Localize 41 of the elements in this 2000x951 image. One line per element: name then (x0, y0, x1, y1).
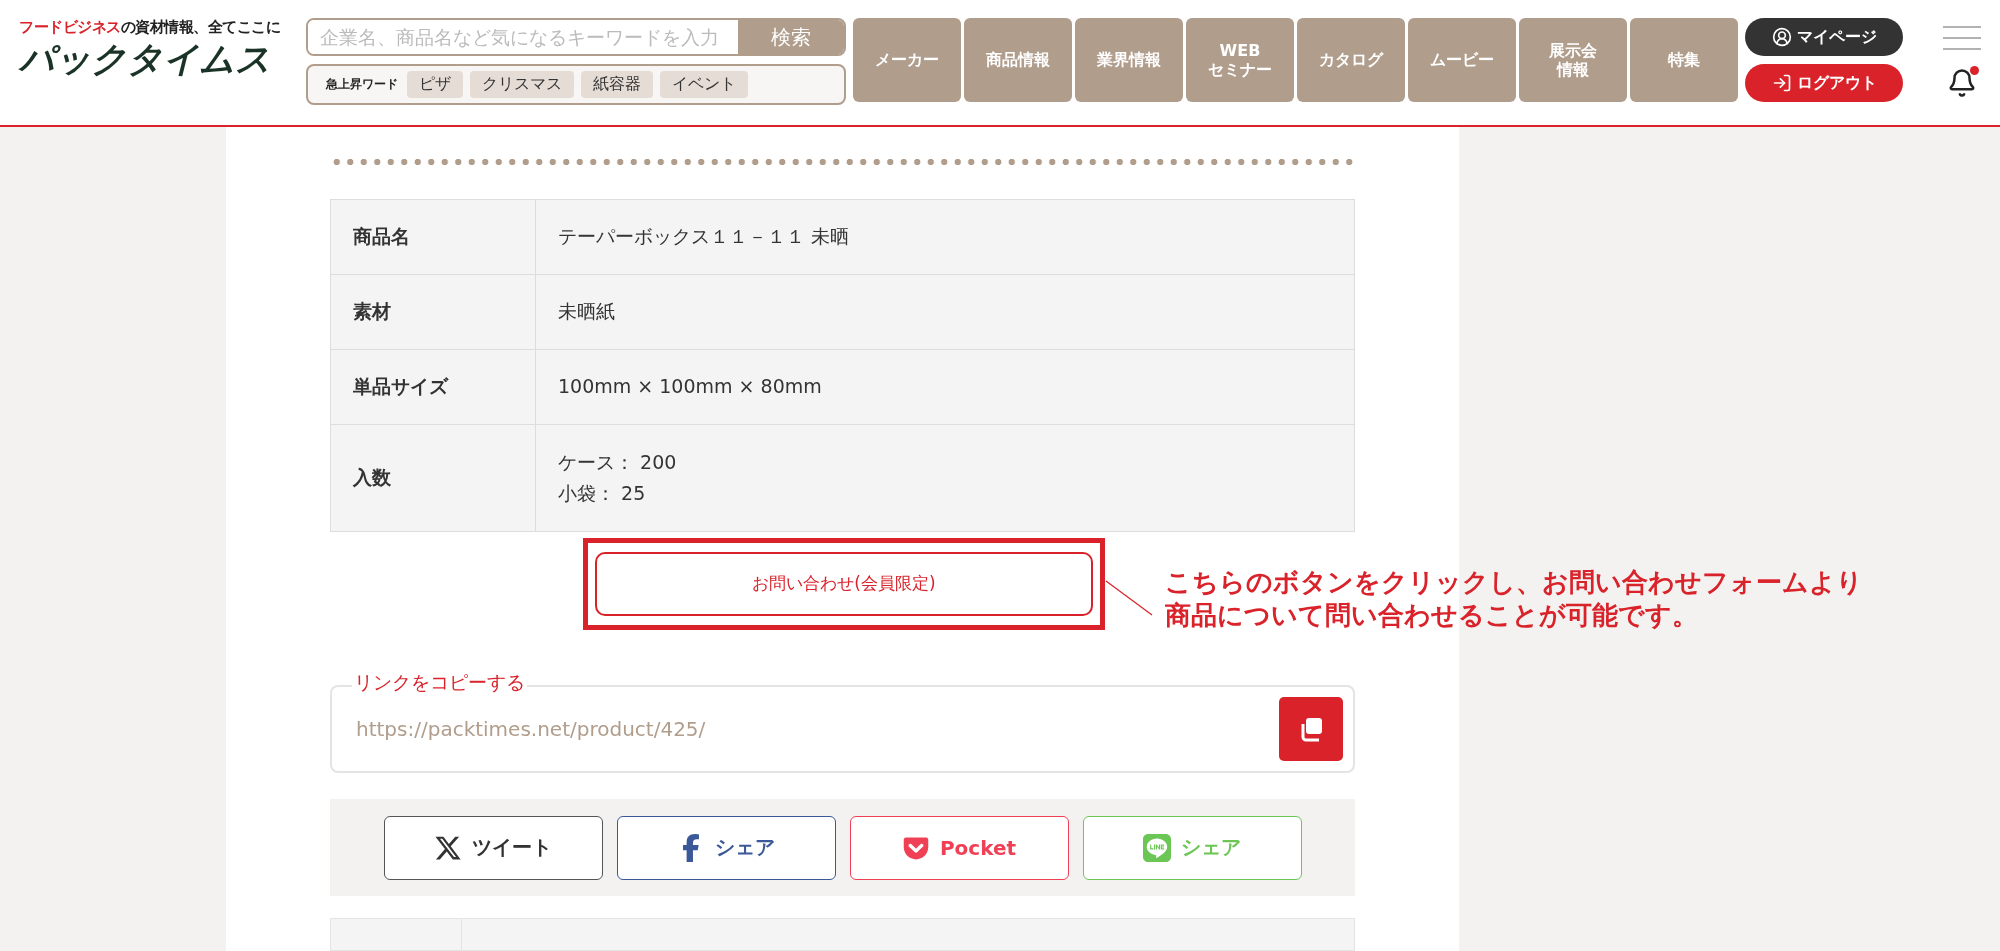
trending-keyword[interactable]: 紙容器 (581, 71, 653, 98)
url-text: https://packtimes.net/product/425/ (356, 717, 707, 742)
nav-button[interactable]: 展示会 情報 (1519, 18, 1627, 102)
inquiry-button[interactable]: お問い合わせ(会員限定) (595, 551, 1093, 616)
row-label: 素材 (331, 274, 536, 349)
row-label: 入数 (331, 424, 536, 531)
trending-keyword[interactable]: クリスマス (470, 71, 574, 98)
nav-button[interactable]: 商品情報 (964, 18, 1072, 102)
share-button[interactable]: Pocket (849, 815, 1069, 880)
share-button[interactable]: シェア (616, 815, 836, 880)
nav-button[interactable]: 特集 (1630, 18, 1738, 102)
logo-tagline: フードビジネスの資材情報、全てここに (19, 18, 281, 37)
trending-keyword[interactable]: ピザ (407, 71, 463, 98)
site-logo[interactable]: パックタイムス (19, 37, 279, 83)
bell-icon[interactable] (1947, 68, 1977, 98)
annotation-text: こちらのボタンをクリックし、お問い合わせフォームより 商品について問い合わせることが可能です。 (1165, 565, 1863, 633)
search-button[interactable]: 検索 (738, 20, 844, 54)
nav-button[interactable]: カタログ (1297, 18, 1405, 102)
line-logo-icon (1143, 833, 1171, 862)
nav-button[interactable]: ムービー (1408, 18, 1516, 102)
row-label: 単品サイズ (331, 349, 536, 424)
share-button[interactable]: ツイート (383, 815, 603, 880)
row-label: 商品名 (331, 199, 536, 274)
mypage-button[interactable]: マイページ (1745, 18, 1903, 56)
share-button[interactable]: シェア (1082, 815, 1302, 880)
row-value: ケース： 200 (558, 450, 678, 476)
row-value: 100mm × 100mm × 80mm (558, 374, 823, 400)
row-value: テーパーボックス１１－１１ 未晒 (558, 224, 851, 250)
trending-label: 急上昇ワード (326, 76, 398, 93)
nav-button[interactable]: 業界情報 (1075, 18, 1183, 102)
nav-button[interactable]: メーカー (853, 18, 961, 102)
link-copy-label: リンクをコピーする (352, 671, 527, 694)
row-value: 未晒紙 (558, 299, 616, 325)
user-icon (1771, 27, 1792, 47)
logout-button[interactable]: ログアウト (1745, 64, 1903, 102)
logout-icon (1771, 73, 1792, 93)
search-field[interactable]: 企業名、商品名など気になるキーワードを入力 検索 (306, 18, 846, 56)
trending-keyword[interactable]: イベント (660, 71, 748, 98)
copy-button[interactable] (1279, 697, 1343, 762)
row-value: 小袋： 25 (558, 480, 647, 506)
nav-button[interactable]: WEB セミナー (1186, 18, 1294, 102)
